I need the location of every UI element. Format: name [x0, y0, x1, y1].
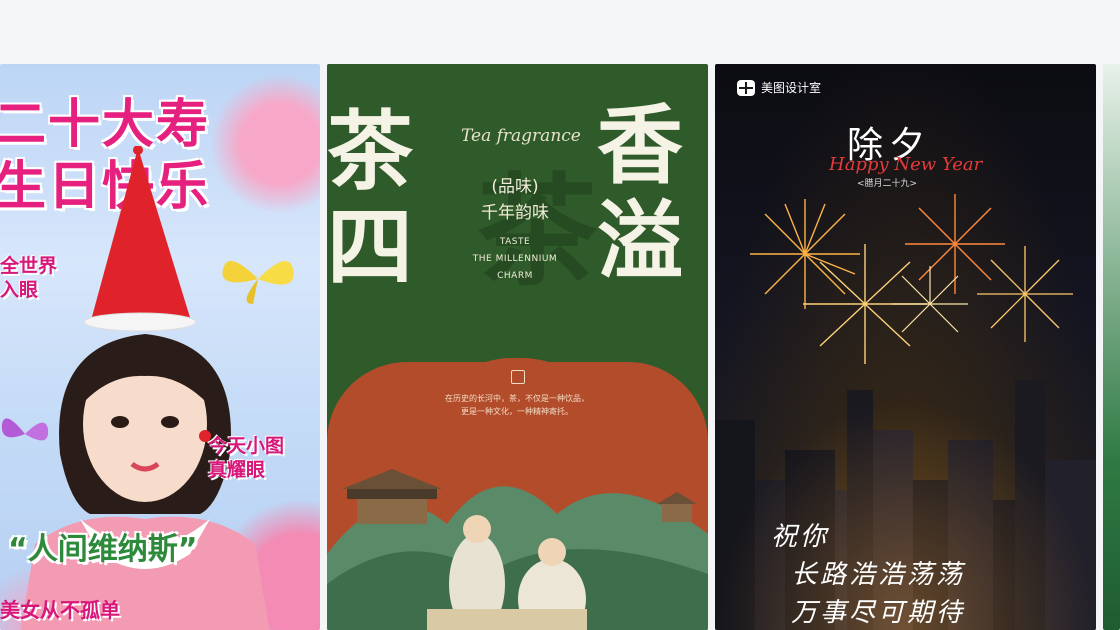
arch-text-line2: 更是一种文化，一种精神寄托。	[461, 407, 573, 416]
tea-big-right-2: 溢	[597, 191, 683, 292]
template-card-birthday[interactable]: 二十大寿 生日快乐 全世界 入眼 今天小图 真耀眼 “人间维纳斯” 美女从不孤单	[0, 64, 320, 630]
tea-big-right: 香 溢	[597, 98, 683, 290]
butterfly-icon	[1, 418, 49, 441]
taste-line-1: TASTE	[499, 237, 531, 247]
brand-name: 美图设计室	[761, 81, 822, 95]
top-bar	[0, 0, 1120, 64]
newyear-hand-line3: 万事尽可期待	[791, 598, 966, 628]
tea-taste-text: TASTE THE MILLENNIUM CHARM	[455, 234, 575, 285]
birthday-bottom-text: 美女从不孤单	[0, 598, 120, 622]
tea-big-right-1: 香	[597, 95, 683, 196]
side-left-line1: 全世界	[0, 255, 58, 277]
taste-line-2: THE MILLENNIUM	[472, 254, 558, 264]
tea-big-left-1: 茶	[327, 101, 413, 202]
landscape-illustration	[327, 469, 708, 630]
brand-logo: 美图设计室	[737, 79, 821, 96]
template-card-partial[interactable]	[1103, 64, 1120, 630]
newyear-script: Happy New Year	[829, 154, 983, 175]
birthday-quote: “人间维纳斯”	[8, 532, 198, 567]
butterfly-icon	[222, 261, 294, 304]
meitu-logo-icon	[737, 79, 755, 96]
side-right-line2: 真耀眼	[208, 459, 266, 481]
side-right-line1: 今天小图	[208, 435, 285, 457]
newyear-hand-line2: 长路浩浩荡荡	[791, 560, 966, 590]
seal-icon	[511, 370, 525, 384]
tea-big-left-2: 四	[327, 197, 413, 298]
tea-subtitle2: 千年韵味	[481, 203, 549, 223]
newyear-hand-line1: 祝你	[771, 522, 830, 552]
party-hat-illustration	[83, 146, 197, 332]
template-card-newyear[interactable]: 美图设计室 除夕 Happy New Year <腊月二十九> 祝你 长路浩浩荡…	[715, 64, 1096, 630]
tea-big-left: 茶 四	[327, 104, 413, 296]
side-text-left: 全世界 入眼	[0, 254, 57, 302]
tea-english-title: Tea fragrance	[461, 126, 581, 146]
arch-text: 在历史的长河中，茶，不仅是一种饮品， 更是一种文化，一种精神寄托。	[387, 392, 647, 418]
side-left-line2: 入眼	[0, 279, 39, 301]
arch-text-line1: 在历史的长河中，茶，不仅是一种饮品，	[445, 394, 589, 403]
tea-subtitle: (品味)	[491, 177, 539, 197]
taste-line-3: CHARM	[497, 271, 533, 281]
template-card-tea[interactable]: 茶 茶 四 香 溢 Tea fragrance (品味) 千年韵味 TASTE …	[327, 64, 708, 630]
side-text-right: 今天小图 真耀眼	[208, 434, 284, 482]
